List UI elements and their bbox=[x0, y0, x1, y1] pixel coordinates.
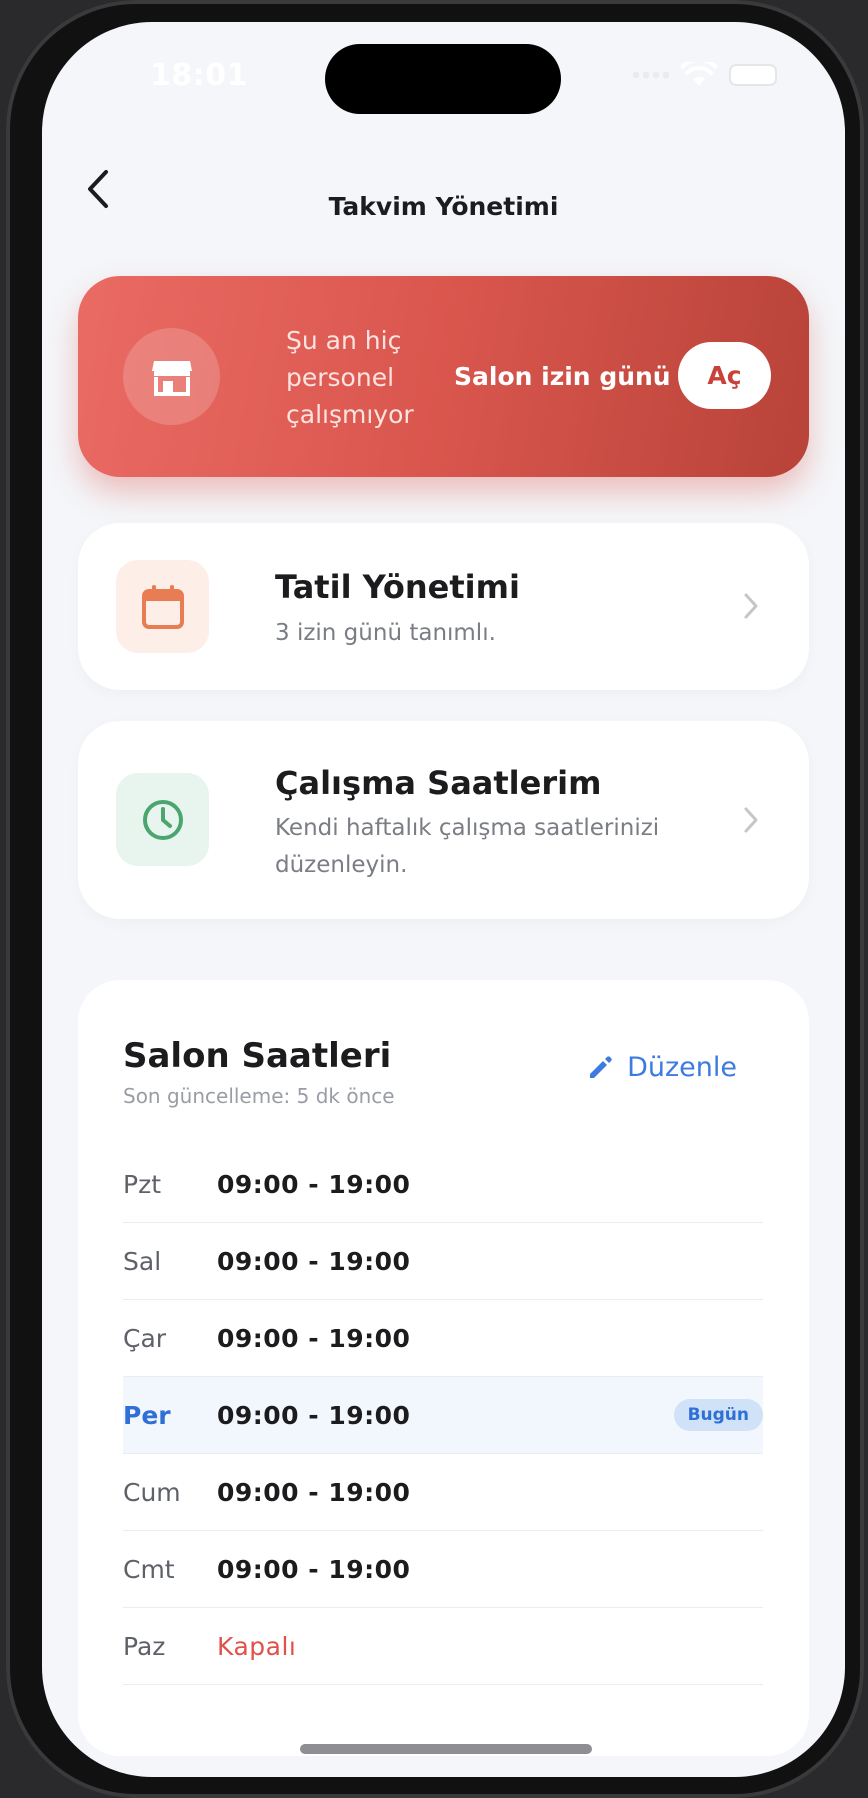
hours-list: Pzt 09:00 - 19:00 Sal 09:00 - 19:00 Çar … bbox=[123, 1146, 763, 1685]
calendar-icon bbox=[116, 560, 209, 653]
clock-icon bbox=[116, 773, 209, 866]
home-indicator bbox=[300, 1744, 592, 1754]
pencil-icon bbox=[590, 1055, 612, 1078]
holiday-card-title: Tatil Yönetimi bbox=[275, 568, 520, 606]
hours-value: 09:00 - 19:00 bbox=[217, 1169, 411, 1199]
banner-message: Şu an hiç personel çalışmıyor bbox=[286, 326, 414, 429]
status-time: 18:01 bbox=[150, 58, 248, 93]
nav-bar: Takvim Yönetimi bbox=[42, 152, 845, 232]
hours-row-sunday: Paz Kapalı bbox=[123, 1608, 763, 1685]
hours-row-wednesday: Çar 09:00 - 19:00 bbox=[123, 1300, 763, 1377]
last-updated-text: Son güncelleme: 5 dk önce bbox=[123, 1084, 395, 1108]
hours-row-monday: Pzt 09:00 - 19:00 bbox=[123, 1146, 763, 1223]
work-hours-card-subtitle: Kendi haftalık çalışma saatlerinizi düze… bbox=[275, 815, 660, 878]
edit-hours-button[interactable]: Düzenle bbox=[587, 1052, 737, 1083]
chevron-right-icon bbox=[744, 807, 758, 833]
day-label: Cmt bbox=[123, 1554, 175, 1584]
hours-value: 09:00 - 19:00 bbox=[217, 1246, 411, 1276]
status-banner: Şu an hiç personel çalışmıyor Salon izin… bbox=[78, 276, 809, 477]
work-hours-card-title: Çalışma Saatlerim bbox=[275, 764, 602, 802]
edit-label: Düzenle bbox=[627, 1052, 737, 1083]
hours-value-closed: Kapalı bbox=[217, 1631, 297, 1661]
holiday-management-card[interactable]: Tatil Yönetimi 3 izin günü tanımlı. bbox=[78, 523, 809, 690]
salon-hours-title: Salon Saatleri bbox=[123, 1036, 392, 1076]
day-label: Sal bbox=[123, 1246, 162, 1276]
hours-value: 09:00 - 19:00 bbox=[217, 1554, 411, 1584]
battery-icon bbox=[729, 64, 777, 86]
day-label: Paz bbox=[123, 1631, 166, 1661]
status-bar: 18:01 bbox=[42, 22, 845, 132]
hours-value: 09:00 - 19:00 bbox=[217, 1477, 411, 1507]
screen: 18:01 Takvim Yönetimi Şu an hiç personel… bbox=[42, 22, 845, 1777]
hours-value: 09:00 - 19:00 bbox=[217, 1323, 411, 1353]
salon-hours-card: Salon Saatleri Son güncelleme: 5 dk önce… bbox=[78, 980, 809, 1756]
store-icon bbox=[123, 328, 220, 425]
status-icons bbox=[633, 62, 777, 88]
hours-row-friday: Cum 09:00 - 19:00 bbox=[123, 1454, 763, 1531]
day-label: Pzt bbox=[123, 1169, 162, 1199]
wifi-icon bbox=[681, 62, 717, 88]
day-label: Çar bbox=[123, 1323, 167, 1353]
page-title: Takvim Yönetimi bbox=[328, 192, 559, 221]
hours-row-thursday: Per 09:00 - 19:00 Bugün bbox=[123, 1377, 763, 1454]
phone-frame: 18:01 Takvim Yönetimi Şu an hiç personel… bbox=[6, 0, 864, 1798]
open-salon-button[interactable]: Aç bbox=[678, 342, 771, 409]
holiday-card-subtitle: 3 izin günü tanımlı. bbox=[275, 620, 496, 646]
dynamic-island bbox=[325, 44, 561, 114]
chevron-right-icon bbox=[744, 593, 758, 619]
salon-offday-label: Salon izin günü bbox=[454, 362, 671, 391]
day-label: Per bbox=[123, 1400, 171, 1430]
hours-value: 09:00 - 19:00 bbox=[217, 1400, 411, 1430]
work-hours-card[interactable]: Çalışma Saatlerim Kendi haftalık çalışma… bbox=[78, 721, 809, 919]
hours-row-tuesday: Sal 09:00 - 19:00 bbox=[123, 1223, 763, 1300]
day-label: Cum bbox=[123, 1477, 181, 1507]
hours-row-saturday: Cmt 09:00 - 19:00 bbox=[123, 1531, 763, 1608]
signal-icon bbox=[633, 72, 669, 78]
today-badge: Bugün bbox=[673, 1399, 763, 1431]
